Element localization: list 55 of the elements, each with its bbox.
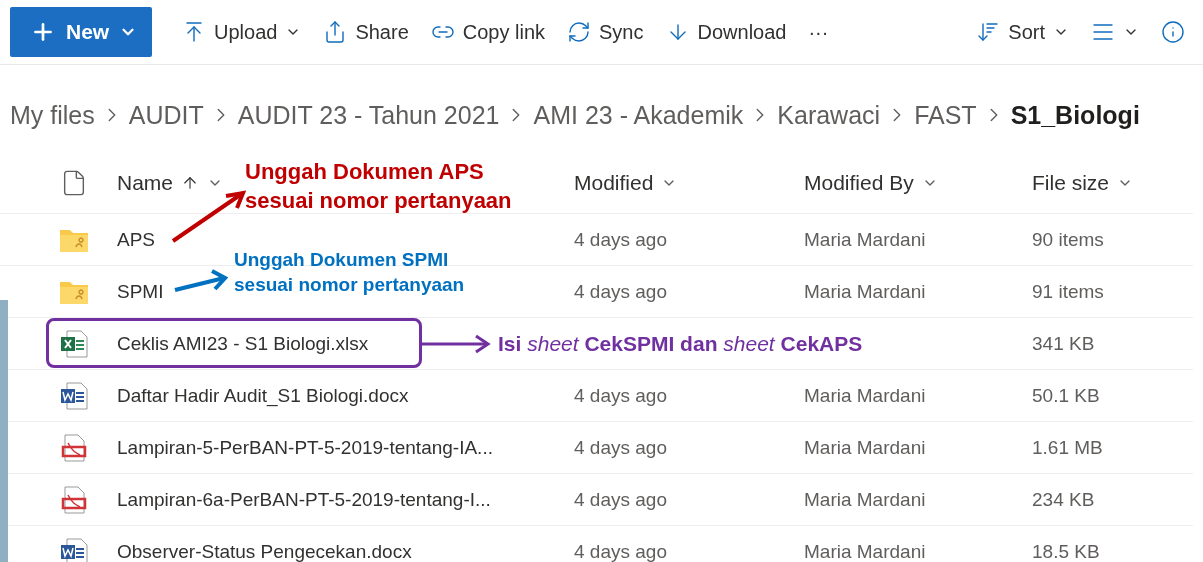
excel-file-icon	[58, 328, 89, 359]
breadcrumb-link[interactable]: S1_Biologi	[1010, 100, 1140, 130]
column-header[interactable]: Modified By	[804, 171, 938, 195]
sync-icon	[567, 20, 592, 44]
annotation-arrow	[172, 268, 228, 294]
file-size-cell: 1.61 MB	[1032, 436, 1103, 459]
file-size-cell: 234 KB	[1032, 488, 1095, 511]
modified-cell: 4 days ago	[574, 280, 667, 303]
modified-cell: 4 days ago	[574, 384, 667, 407]
file-name[interactable]: Ceklis AMI23 - S1 Biologi.xlsx	[117, 332, 369, 355]
breadcrumb-link[interactable]: Karawaci	[777, 100, 881, 130]
breadcrumb-link[interactable]: AMI 23 - Akademik	[533, 100, 744, 130]
breadcrumb-link[interactable]: AUDIT	[128, 100, 204, 130]
file-name[interactable]: Daftar Hadir Audit_S1 Biologi.docx	[117, 384, 409, 407]
file-name[interactable]: Observer-Status Pengecekan.docx	[117, 540, 412, 562]
copy-link-button[interactable]: Copy link	[422, 10, 554, 54]
share-button[interactable]: Share	[315, 10, 417, 54]
file-size-cell: 90 items	[1032, 228, 1104, 251]
file-name[interactable]: APS	[117, 228, 156, 251]
modified-by-cell: Maria Mardani	[804, 280, 926, 303]
column-header[interactable]: Name	[117, 171, 224, 195]
file-size-cell: 18.5 KB	[1032, 540, 1100, 562]
download-button[interactable]: Download	[657, 10, 795, 54]
modified-cell: 4 days ago	[574, 488, 667, 511]
column-header[interactable]: Modified	[574, 171, 678, 195]
sync-button[interactable]: Sync	[559, 10, 652, 54]
file-size-cell: 341 KB	[1032, 332, 1095, 355]
annotation-text: Isi sheet CekSPMI dan sheet CekAPS	[498, 331, 863, 357]
sort-icon	[976, 20, 1001, 44]
upload-button[interactable]: Upload	[174, 10, 310, 54]
modified-cell: 4 days ago	[574, 228, 667, 251]
file-name[interactable]: Lampiran-5-PerBAN-PT-5-2019-tentang-IA...	[117, 436, 493, 459]
column-header[interactable]: File size	[1032, 171, 1134, 195]
file-name[interactable]: SPMI	[117, 280, 164, 303]
modified-by-cell: Maria Mardani	[804, 228, 926, 251]
annotation-text: Unggah Dokumen APS sesuai nomor pertanyaan	[245, 158, 512, 215]
breadcrumb-link[interactable]: My files	[10, 100, 95, 130]
sort-button[interactable]: Sort	[968, 10, 1077, 54]
breadcrumb-link[interactable]: FAST	[914, 100, 977, 130]
annotation-arrow	[421, 333, 491, 355]
modified-by-cell: Maria Mardani	[804, 488, 926, 511]
annotation-text: Unggah Dokumen SPMI sesuai nomor pertanyaan	[234, 248, 465, 297]
word-file-icon	[58, 380, 89, 411]
breadcrumb-link[interactable]: AUDIT 23 - Tahun 2021	[237, 100, 500, 130]
new-button[interactable]: New	[10, 7, 152, 57]
info-icon	[1161, 20, 1185, 44]
more-button[interactable]: ···	[800, 10, 837, 54]
modified-by-cell: Maria Mardani	[804, 436, 926, 459]
modified-cell: 4 days ago	[574, 436, 667, 459]
file-name[interactable]: Lampiran-6a-PerBAN-PT-5-2019-tentang-I...	[117, 488, 491, 511]
modified-cell: 4 days ago	[574, 540, 667, 562]
modified-by-cell: Maria Mardani	[804, 540, 926, 562]
file-size-cell: 50.1 KB	[1032, 384, 1100, 407]
file-size-cell: 91 items	[1032, 280, 1104, 303]
modified-by-cell: Maria Mardani	[804, 384, 926, 407]
